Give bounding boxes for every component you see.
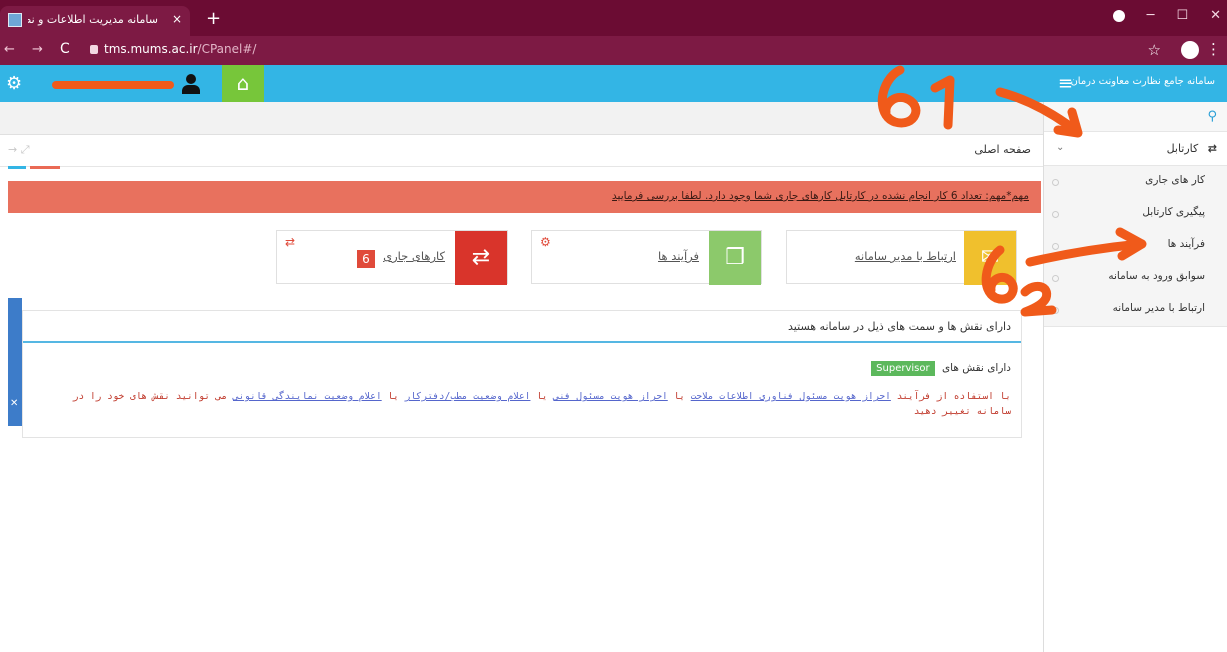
sidebar: ⚲ ⇄ کارتابل ⌄ کار های جاری پیگیری کارتاب… xyxy=(1043,102,1227,652)
back-button[interactable]: ← xyxy=(4,42,15,57)
url-field[interactable]: tms.mums.ac.ir/CPanel#/ xyxy=(104,42,256,56)
desc-or: یا xyxy=(536,391,548,402)
desc-or: یا xyxy=(387,391,399,402)
retweet-icon: ⇄ xyxy=(1207,142,1217,155)
sidebar-search[interactable]: ⚲ xyxy=(1044,102,1227,132)
roles-panel: دارای نقش ها و سمت های ذیل در سامانه هست… xyxy=(22,310,1022,438)
pending-tasks-alert: مهم*مهم: تعداد 6 کار انجام نشده در کارتا… xyxy=(8,181,1041,213)
contact-admin-label: ارتباط با مدیر سامانه xyxy=(854,249,956,263)
maximize-button[interactable]: ☐ xyxy=(1176,8,1188,23)
user-icon[interactable] xyxy=(180,73,202,95)
sidebar-item-processes[interactable]: فرآیند ها xyxy=(1044,230,1227,262)
page-title: صفحه اصلی xyxy=(974,143,1031,156)
browser-tab[interactable]: سامانه مدیریت اطلاعات و نظارت د × xyxy=(0,6,190,36)
sidebar-item-login-history[interactable]: سوابق ورود به سامانه xyxy=(1044,262,1227,294)
roles-label: دارای نقش های xyxy=(941,362,1011,374)
role-badge: Supervisor xyxy=(871,361,935,376)
minimize-button[interactable]: ─ xyxy=(1147,8,1155,23)
sidebar-item-label: پیگیری کارتابل xyxy=(1142,206,1205,218)
contact-admin-card[interactable]: ارتباط با مدیر سامانه ✉ xyxy=(786,230,1017,285)
address-bar: ← → C tms.mums.ac.ir/CPanel#/ ☆ ⋮ xyxy=(0,36,1227,65)
processes-card[interactable]: ⚙ فرآیند ها ❒ xyxy=(531,230,762,285)
roles-description: با استفاده از فرآیند احراز هویت مسئول فن… xyxy=(23,389,1021,419)
sidebar-item-kartabl-tracking[interactable]: پیگیری کارتابل xyxy=(1044,198,1227,230)
roles-line: دارای نقش های Supervisor xyxy=(23,343,1021,389)
window-controls: ─ ☐ ✕ xyxy=(1112,8,1221,23)
browser-tab-bar: سامانه مدیریت اطلاعات و نظارت د × + ─ ☐ … xyxy=(0,0,1227,36)
sidebar-item-current-tasks[interactable]: کار های جاری xyxy=(1044,166,1227,198)
home-button[interactable]: ⌂ xyxy=(222,65,264,102)
desc-prefix: با استفاده از فرآیند xyxy=(896,391,1011,402)
sidebar-item-label: سوابق ورود به سامانه xyxy=(1108,270,1205,282)
close-icon[interactable]: ✕ xyxy=(10,398,18,409)
forward-button[interactable]: → xyxy=(32,42,43,57)
kartabl-submenu: کار های جاری پیگیری کارتابل فرآیند ها سو… xyxy=(1044,166,1227,327)
profile-avatar[interactable] xyxy=(1181,41,1199,59)
roles-heading: دارای نقش ها و سمت های ذیل در سامانه هست… xyxy=(23,311,1021,343)
accent-bar-blue xyxy=(8,166,26,169)
process-link-it-officer[interactable]: احراز هویت مسئول فناوری اطلاعات ملاحت xyxy=(691,391,891,402)
sidebar-item-kartabl[interactable]: ⇄ کارتابل ⌄ xyxy=(1044,132,1227,166)
side-collapse-tab[interactable]: ✕ xyxy=(8,298,22,426)
alert-text[interactable]: مهم*مهم: تعداد 6 کار انجام نشده در کارتا… xyxy=(612,190,1029,202)
refresh-corner-icon: ⇄ xyxy=(285,235,296,249)
chevron-down-icon: ⌄ xyxy=(1056,142,1065,153)
sidebar-item-label: فرآیند ها xyxy=(1167,238,1205,250)
sub-header xyxy=(0,102,1043,135)
current-tasks-label: کارهای جاری xyxy=(383,249,445,263)
tasks-count-badge: 6 xyxy=(357,250,375,268)
close-window-button[interactable]: ✕ xyxy=(1210,8,1221,23)
process-link-legal-rep[interactable]: اعلام وضعیت نمایندگی قانونی xyxy=(233,391,382,402)
accent-bar-red xyxy=(30,166,60,169)
fullscreen-icon[interactable]: → ⤢ xyxy=(8,143,30,157)
sidebar-item-label: کارتابل xyxy=(1166,142,1199,155)
site-favicon-icon xyxy=(8,13,22,27)
page-bar: → ⤢ صفحه اصلی xyxy=(0,135,1043,167)
sidebar-item-label: ارتباط با مدیر سامانه xyxy=(1112,302,1205,314)
reload-button[interactable]: C xyxy=(60,41,70,57)
process-link-technical-officer[interactable]: احراز هویت مسئول فنی xyxy=(553,391,667,402)
url-path: /CPanel#/ xyxy=(197,42,257,56)
sidebar-item-contact-admin[interactable]: ارتباط با مدیر سامانه xyxy=(1044,294,1227,326)
cubes-icon: ❒ xyxy=(709,231,761,285)
username-redaction xyxy=(52,81,174,89)
app-header: ⚙ ⌂ ≡ سامانه جامع نظارت معاونت درمان xyxy=(0,65,1227,102)
gear-icon[interactable]: ⚙ xyxy=(6,73,22,94)
process-link-office-status[interactable]: اعلام وضعیت مطب/دفترکار xyxy=(405,391,531,402)
sidebar-item-label: کار های جاری xyxy=(1145,174,1205,186)
cubes-corner-icon: ⚙ xyxy=(540,235,551,249)
bookmark-star-icon[interactable]: ☆ xyxy=(1148,41,1161,59)
tab-title: سامانه مدیریت اطلاعات و نظارت د xyxy=(28,13,158,26)
record-indicator-icon xyxy=(1112,9,1125,22)
tab-close-icon[interactable]: × xyxy=(172,12,182,26)
browser-menu-icon[interactable]: ⋮ xyxy=(1206,40,1221,58)
new-tab-button[interactable]: + xyxy=(206,8,221,29)
app-title: سامانه جامع نظارت معاونت درمان xyxy=(1070,76,1215,87)
current-tasks-card[interactable]: ⇄ 6 کارهای جاری ⇄ xyxy=(276,230,508,285)
desc-or: یا xyxy=(673,391,685,402)
search-icon[interactable]: ⚲ xyxy=(1207,109,1217,124)
retweet-icon: ⇄ xyxy=(455,231,507,285)
envelope-icon: ✉ xyxy=(964,231,1016,285)
processes-label: فرآیند ها xyxy=(658,249,699,263)
lock-icon xyxy=(90,45,98,54)
url-domain: tms.mums.ac.ir xyxy=(104,42,198,56)
